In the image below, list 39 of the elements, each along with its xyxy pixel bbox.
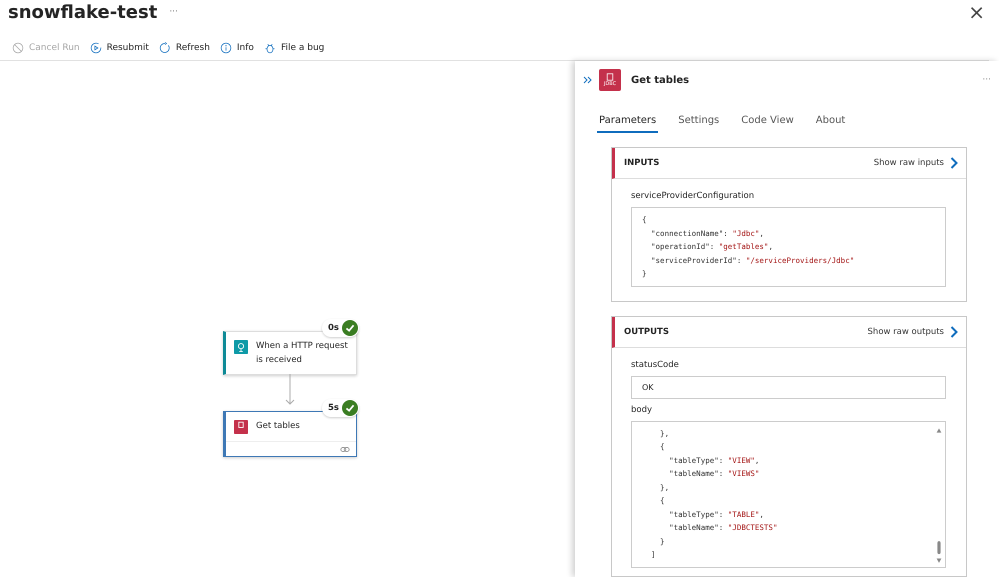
status-badge: 0s	[322, 319, 359, 337]
node-title: Get tables	[256, 420, 300, 433]
close-button[interactable]: ×	[968, 0, 985, 24]
more-button[interactable]: ···	[982, 75, 991, 85]
show-raw-link[interactable]: Show raw inputs	[874, 158, 944, 168]
refresh-icon	[158, 42, 171, 54]
toolbar-button[interactable]: Resubmit	[90, 40, 149, 56]
field-label: serviceProviderConfiguration	[631, 191, 756, 201]
database-icon	[234, 420, 248, 434]
tab[interactable]: Code View	[739, 111, 796, 133]
toolbar-button[interactable]: Refresh	[158, 40, 210, 56]
collapse-icon[interactable]	[583, 76, 593, 84]
flow-node-card[interactable]: When a HTTP request is received	[223, 331, 357, 375]
tab[interactable]: Parameters	[597, 111, 658, 133]
window-title: snowflake-test	[8, 2, 158, 22]
tab[interactable]: Settings	[676, 111, 722, 133]
show-raw-link[interactable]: Show raw outputs	[868, 326, 944, 336]
cancel-icon	[12, 42, 24, 54]
more-button[interactable]: ···	[169, 7, 178, 17]
chevron-right-icon[interactable]	[950, 326, 958, 338]
connector-arrow	[285, 374, 295, 406]
toolbar-button[interactable]: Info	[220, 40, 254, 56]
play-circle-icon	[90, 42, 102, 54]
section-heading: OUTPUTS	[624, 326, 669, 336]
node-title: When a HTTP request is received	[256, 340, 348, 367]
field-label: body	[631, 404, 654, 414]
section-heading: INPUTS	[624, 158, 660, 168]
chevron-right-icon[interactable]	[950, 157, 958, 169]
bug-icon	[264, 42, 276, 54]
link-icon	[340, 446, 350, 452]
info-icon	[220, 42, 232, 54]
status-badge: 5s	[322, 399, 359, 417]
value-field: OK	[631, 376, 946, 398]
http-trigger-icon	[234, 340, 248, 354]
field-label: statusCode	[631, 360, 680, 370]
tab[interactable]: About	[814, 111, 848, 133]
toolbar-button[interactable]: File a bug	[264, 40, 324, 56]
flow-node-card[interactable]: Get tables	[223, 411, 357, 457]
panel-title: Get tables	[631, 74, 690, 86]
